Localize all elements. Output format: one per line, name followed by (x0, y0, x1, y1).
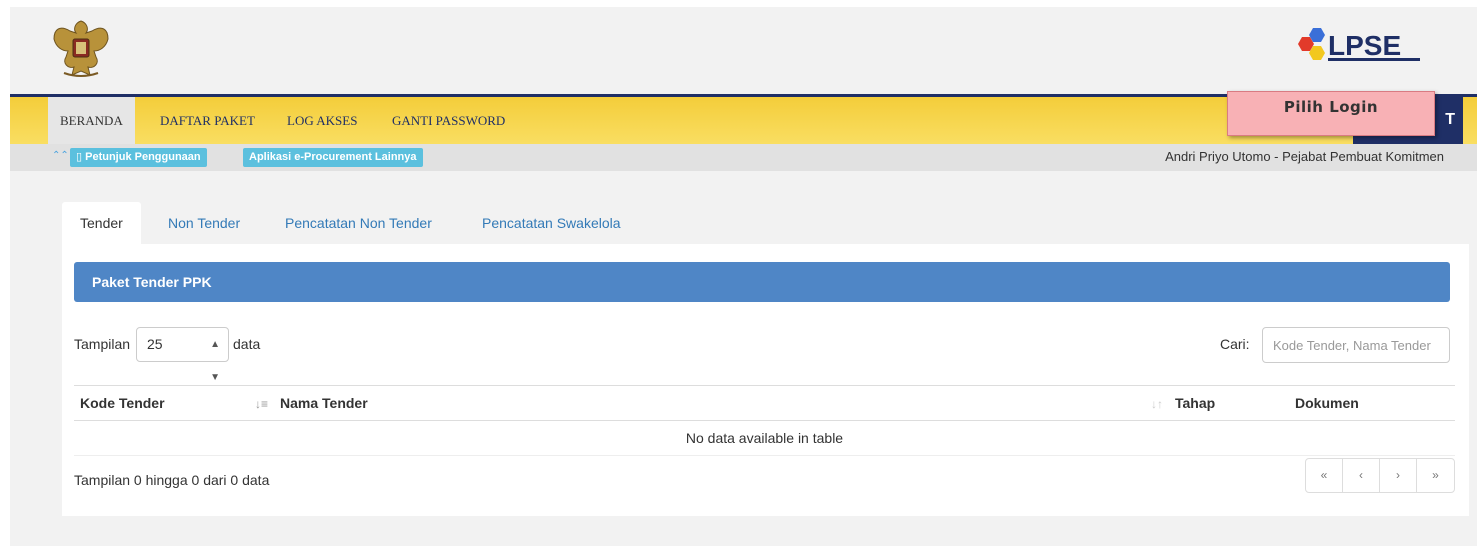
page-next-button[interactable]: › (1380, 459, 1417, 492)
page-prev-button[interactable]: ‹ (1343, 459, 1380, 492)
petunjuk-penggunaan-button[interactable]: ▯ Petunjuk Penggunaan (70, 148, 207, 167)
search-input[interactable] (1262, 327, 1450, 363)
sort-both-icon: ↓↑ (1151, 397, 1163, 411)
page: LPSE BERANDA DAFTAR PAKET LOG AKSES GANT… (10, 7, 1477, 546)
col-kode-tender-label: Kode Tender (80, 395, 165, 411)
aplikasi-eproc-button[interactable]: Aplikasi e-Procurement Lainnya (243, 148, 423, 167)
search-label: Cari: (1220, 336, 1250, 352)
tab-non-tender[interactable]: Non Tender (168, 202, 240, 244)
lpse-logo: LPSE (1298, 28, 1420, 61)
lpse-logo-text: LPSE (1328, 30, 1401, 61)
tender-table: Kode Tender ↓≡ Nama Tender ↓↑ Tahap Doku… (74, 385, 1455, 456)
page-length-value: 25 (147, 336, 163, 352)
tender-panel: Paket Tender PPK Tampilan 25 ▲ ▼ data Car… (62, 244, 1469, 516)
page-length-select[interactable]: 25 ▲ ▼ (136, 327, 229, 383)
logout-button-label: T (1445, 111, 1455, 128)
table-row: No data available in table (74, 421, 1455, 456)
sub-toolbar: ⌃⌃ ▯ Petunjuk Penggunaan Aplikasi e-Proc… (10, 144, 1477, 171)
tab-pencatatan-non-tender[interactable]: Pencatatan Non Tender (285, 202, 432, 244)
nav-ganti-password[interactable]: GANTI PASSWORD (392, 97, 505, 144)
page-first-button[interactable]: « (1306, 459, 1343, 492)
empty-table-message: No data available in table (685, 430, 844, 446)
col-nama-tender[interactable]: Nama Tender ↓↑ (274, 386, 1169, 421)
petunjuk-penggunaan-label: Petunjuk Penggunaan (85, 151, 201, 163)
garuda-emblem-logo (53, 20, 109, 77)
col-tahap: Tahap (1169, 386, 1289, 421)
nav-beranda[interactable]: BERANDA (48, 97, 135, 144)
nav-log-akses[interactable]: LOG AKSES (287, 97, 357, 144)
table-info: Tampilan 0 hingga 0 dari 0 data (74, 472, 270, 488)
nav-daftar-paket[interactable]: DAFTAR PAKET (160, 97, 255, 144)
pagination: « ‹ › » (1305, 458, 1455, 493)
length-label: Tampilan (74, 336, 131, 352)
user-info: Andri Priyo Utomo - Pejabat Pembuat Komi… (1165, 149, 1444, 164)
col-dokumen: Dokumen (1289, 386, 1455, 421)
header: LPSE (10, 7, 1477, 92)
book-icon: ▯ (76, 151, 86, 163)
tab-tender[interactable]: Tender (62, 202, 141, 244)
length-label-after: data (233, 336, 261, 352)
pilih-login-callout: Pilih Login (1227, 91, 1435, 136)
col-tahap-label: Tahap (1175, 395, 1216, 411)
collapse-chevron-icon[interactable]: ⌃⌃ (52, 150, 69, 161)
col-dokumen-label: Dokumen (1295, 395, 1359, 411)
col-kode-tender[interactable]: Kode Tender ↓≡ (74, 386, 274, 421)
sort-desc-icon: ↓≡ (254, 397, 268, 411)
table-header-row: Kode Tender ↓≡ Nama Tender ↓↑ Tahap Doku… (74, 385, 1455, 421)
page-last-button[interactable]: » (1417, 459, 1454, 492)
tab-pencatatan-swakelola[interactable]: Pencatatan Swakelola (482, 202, 621, 244)
col-nama-tender-label: Nama Tender (280, 395, 368, 411)
panel-title: Paket Tender PPK (74, 262, 1450, 302)
